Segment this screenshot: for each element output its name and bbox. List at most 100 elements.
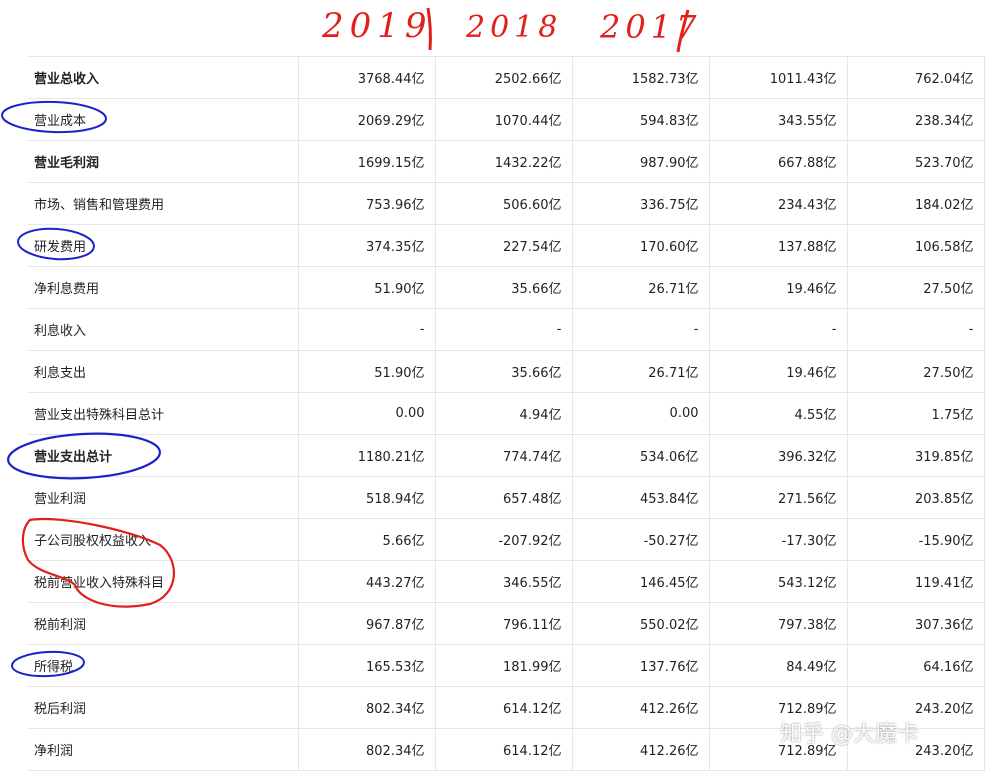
row-value: -: [572, 308, 710, 351]
row-value: 1180.21亿: [298, 434, 436, 477]
row-value: 797.38亿: [709, 602, 848, 645]
row-value: 51.90亿: [298, 350, 436, 393]
row-label: 营业支出总计: [28, 434, 299, 477]
table-row: 营业总收入 3768.44亿 2502.66亿 1582.73亿 1011.43亿 762…: [28, 56, 985, 99]
row-value: 1699.15亿: [298, 140, 436, 183]
row-value: 667.88亿: [709, 140, 848, 183]
row-label: 营业毛利润: [28, 140, 299, 183]
row-value: 343.55亿: [709, 98, 848, 141]
row-label: 营业支出特殊科目总计: [28, 392, 299, 435]
row-value: 238.34亿: [847, 98, 985, 141]
table-row: 营业支出总计 1180.21亿 774.74亿 534.06亿 396.32亿 319.8…: [28, 434, 985, 477]
row-label: 利息收入: [28, 308, 299, 351]
row-value: 181.99亿: [435, 644, 573, 687]
row-value: 3768.44亿: [298, 56, 436, 99]
row-label: 税后利润: [28, 686, 299, 729]
row-value: 165.53亿: [298, 644, 436, 687]
row-value: -17.30亿: [709, 518, 848, 561]
row-value: -: [298, 308, 436, 351]
table-row: 营业支出特殊科目总计 0.00 4.94亿 0.00 4.55亿 1.75亿: [28, 392, 985, 435]
row-value: 967.87亿: [298, 602, 436, 645]
row-value: 271.56亿: [709, 476, 848, 519]
row-value: 796.11亿: [435, 602, 573, 645]
row-value: 84.49亿: [709, 644, 848, 687]
row-value: 137.76亿: [572, 644, 710, 687]
table-row: 利息收入 - - - - -: [28, 308, 985, 351]
row-value: 1.75亿: [847, 392, 985, 435]
row-value: 518.94亿: [298, 476, 436, 519]
row-value: 543.12亿: [709, 560, 848, 603]
row-value: 119.41亿: [847, 560, 985, 603]
row-value: 1432.22亿: [435, 140, 573, 183]
row-label: 净利息费用: [28, 266, 299, 309]
row-value: 412.26亿: [572, 686, 710, 729]
row-value: 753.96亿: [298, 182, 436, 225]
row-value: 523.70亿: [847, 140, 985, 183]
row-value: 35.66亿: [435, 266, 573, 309]
row-label: 子公司股权权益收入: [28, 518, 299, 561]
year-note-2018: 2018: [466, 10, 563, 45]
row-value: 5.66亿: [298, 518, 436, 561]
year-note-2017: 2017: [600, 8, 702, 46]
row-value: 396.32亿: [709, 434, 848, 477]
row-value: -: [435, 308, 573, 351]
row-value: 614.12亿: [435, 728, 573, 771]
row-value: -: [847, 308, 985, 351]
row-value: 227.54亿: [435, 224, 573, 267]
row-value: 762.04亿: [847, 56, 985, 99]
zhihu-watermark: 知乎 @大魔卡: [780, 722, 919, 747]
row-value: 19.46亿: [709, 266, 848, 309]
row-value: 1582.73亿: [572, 56, 710, 99]
table-row: 子公司股权权益收入 5.66亿 -207.92亿 -50.27亿 -17.30亿 -15.…: [28, 518, 985, 561]
row-value: 51.90亿: [298, 266, 436, 309]
row-value: 170.60亿: [572, 224, 710, 267]
table-row: 营业利润 518.94亿 657.48亿 453.84亿 271.56亿 203.85亿: [28, 476, 985, 519]
row-value: 19.46亿: [709, 350, 848, 393]
row-label: 税前利润: [28, 602, 299, 645]
row-label: 净利润: [28, 728, 299, 771]
year-note-2019: 2019: [322, 6, 433, 46]
row-value: 453.84亿: [572, 476, 710, 519]
row-value: 1070.44亿: [435, 98, 573, 141]
row-value: 4.55亿: [709, 392, 848, 435]
row-value: 336.75亿: [572, 182, 710, 225]
row-value: 550.02亿: [572, 602, 710, 645]
row-value: 2069.29亿: [298, 98, 436, 141]
row-value: 234.43亿: [709, 182, 848, 225]
table-body: 营业总收入 3768.44亿 2502.66亿 1582.73亿 1011.43亿 762…: [28, 56, 985, 771]
row-value: 594.83亿: [572, 98, 710, 141]
table-row: 税前利润 967.87亿 796.11亿 550.02亿 797.38亿 307.36亿: [28, 602, 985, 645]
row-value: 802.34亿: [298, 686, 436, 729]
row-value: 146.45亿: [572, 560, 710, 603]
row-value: 106.58亿: [847, 224, 985, 267]
row-value: 443.27亿: [298, 560, 436, 603]
row-value: 657.48亿: [435, 476, 573, 519]
row-value: 307.36亿: [847, 602, 985, 645]
row-value: -15.90亿: [847, 518, 985, 561]
row-value: 64.16亿: [847, 644, 985, 687]
row-value: 374.35亿: [298, 224, 436, 267]
row-value: 1011.43亿: [709, 56, 848, 99]
row-value: 27.50亿: [847, 350, 985, 393]
table-row: 营业成本 2069.29亿 1070.44亿 594.83亿 343.55亿 238.34…: [28, 98, 985, 141]
table-row: 市场、销售和管理费用 753.96亿 506.60亿 336.75亿 234.43亿 18…: [28, 182, 985, 225]
row-value: 2502.66亿: [435, 56, 573, 99]
table-row: 利息支出 51.90亿 35.66亿 26.71亿 19.46亿 27.50亿: [28, 350, 985, 393]
row-value: 774.74亿: [435, 434, 573, 477]
table-row: 净利息费用 51.90亿 35.66亿 26.71亿 19.46亿 27.50亿: [28, 266, 985, 309]
row-label: 市场、销售和管理费用: [28, 182, 299, 225]
row-value: 203.85亿: [847, 476, 985, 519]
row-value: 802.34亿: [298, 728, 436, 771]
row-value: 137.88亿: [709, 224, 848, 267]
table-row: 营业毛利润 1699.15亿 1432.22亿 987.90亿 667.88亿 523.7…: [28, 140, 985, 183]
row-value: -207.92亿: [435, 518, 573, 561]
row-label: 利息支出: [28, 350, 299, 393]
row-value: 0.00: [572, 392, 710, 435]
row-value: -: [709, 308, 848, 351]
financial-statement-screenshot: 营业总收入 3768.44亿 2502.66亿 1582.73亿 1011.43亿 762…: [0, 0, 992, 774]
row-value: 35.66亿: [435, 350, 573, 393]
row-value: -50.27亿: [572, 518, 710, 561]
row-label: 所得税: [28, 644, 299, 687]
income-statement-table: 营业总收入 3768.44亿 2502.66亿 1582.73亿 1011.43亿 762…: [28, 56, 985, 771]
row-value: 987.90亿: [572, 140, 710, 183]
